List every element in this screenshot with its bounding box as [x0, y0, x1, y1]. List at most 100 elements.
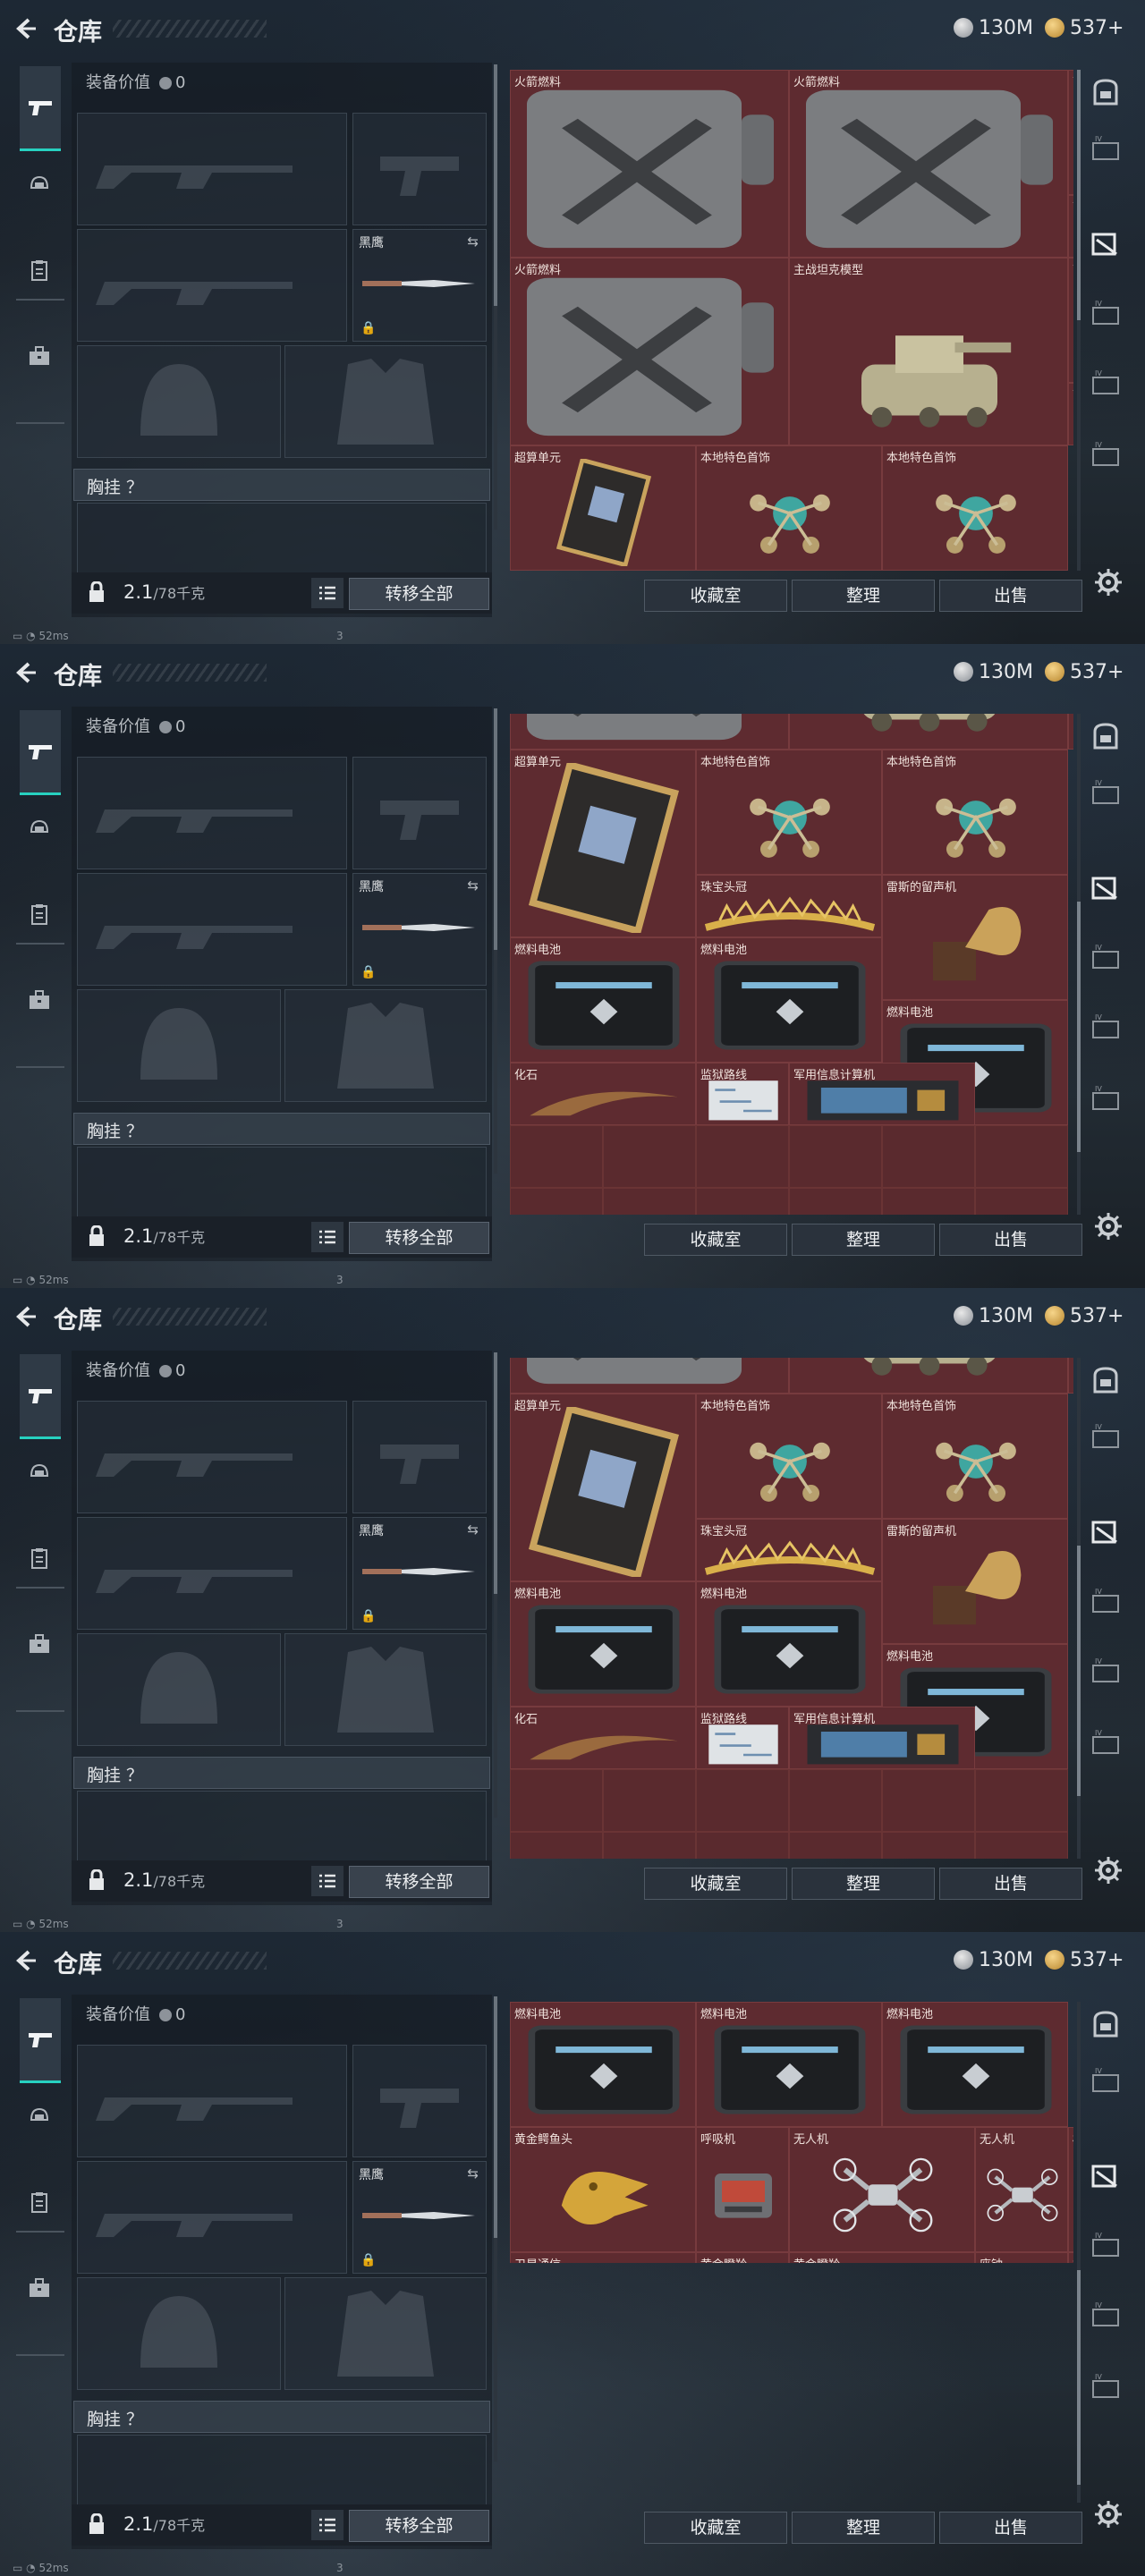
- storage-tab-4-icon[interactable]: IV: [1090, 1657, 1122, 1689]
- stash-cell[interactable]: [510, 1769, 603, 1832]
- stash-cell[interactable]: [696, 1769, 789, 1832]
- nav-weapons[interactable]: [20, 1354, 61, 1439]
- stash-item-laurel[interactable]: 桂冠: [1068, 2252, 1073, 2263]
- primary-weapon-slot[interactable]: [77, 757, 347, 869]
- primary-weapon-slot[interactable]: [77, 113, 347, 225]
- nav-armor[interactable]: [18, 1451, 61, 1494]
- stash-item-crown[interactable]: 珠宝头冠: [696, 1519, 882, 1581]
- padlock-icon[interactable]: [88, 1869, 106, 1891]
- stash-item-golden-deer[interactable]: 黄金瞪羚: [696, 2252, 789, 2263]
- padlock-icon[interactable]: [88, 581, 106, 603]
- safe-icon[interactable]: [1090, 721, 1122, 753]
- chest-rig-slot[interactable]: 胸挂 ？: [73, 2401, 490, 2433]
- armor-slot[interactable]: [284, 345, 487, 458]
- melee-slot[interactable]: 黑鹰 ⇆ 🔒: [352, 2161, 487, 2274]
- storage-tab-5-icon[interactable]: IV: [1090, 2372, 1122, 2404]
- gold-currency[interactable]: 537+: [1045, 1302, 1124, 1329]
- melee-slot[interactable]: 黑鹰 ⇆ 🔒: [352, 1517, 487, 1630]
- stash-item-military-computer[interactable]: 军用信息计算机: [789, 1707, 975, 1769]
- sell-button[interactable]: 出售: [939, 1224, 1082, 1256]
- stash-cell[interactable]: [603, 1832, 696, 1859]
- chest-rig-contents[interactable]: [77, 1147, 487, 1220]
- nav-weapons[interactable]: [20, 66, 61, 151]
- stash-cell[interactable]: [510, 1125, 603, 1188]
- safe-icon[interactable]: [1090, 1365, 1122, 1397]
- organize-button[interactable]: 整理: [792, 2512, 935, 2544]
- collection-room-button[interactable]: 收藏室: [644, 2512, 787, 2544]
- stash-item-drone[interactable]: 无人机: [975, 2127, 1068, 2252]
- stash-cell[interactable]: [789, 1125, 882, 1188]
- stash-item-seat-bell[interactable]: 座钟: [975, 2252, 1068, 2263]
- stash-cell[interactable]: [975, 1125, 1068, 1188]
- stash-item-local-jewelry[interactable]: 本地特色首饰: [696, 750, 882, 875]
- storage-tab-3-icon[interactable]: IV: [1090, 2231, 1122, 2263]
- primary-weapon-slot[interactable]: [77, 2045, 347, 2157]
- list-view-button[interactable]: [311, 1222, 344, 1252]
- transfer-all-button[interactable]: 转移全部: [349, 2510, 489, 2542]
- chest-rig-contents[interactable]: [77, 2435, 487, 2508]
- chest-rig-contents[interactable]: [77, 1791, 487, 1864]
- stash-item-hp-fuel[interactable]: 高性能燃油: [1068, 383, 1073, 445]
- padlock-icon[interactable]: [88, 2513, 106, 2535]
- scrollbar-thumb[interactable]: [1077, 1546, 1081, 1796]
- settings-gear-icon[interactable]: [1093, 1855, 1124, 1885]
- storage-tab-2-icon[interactable]: [1090, 1515, 1122, 1547]
- nav-armor[interactable]: [18, 2095, 61, 2138]
- nav-armor[interactable]: [18, 163, 61, 206]
- storage-tab-3-icon[interactable]: IV: [1090, 299, 1122, 331]
- scrollbar-thumb[interactable]: [1077, 2270, 1081, 2485]
- nav-backpack[interactable]: [18, 979, 61, 1021]
- stash-cell[interactable]: [882, 1188, 975, 1215]
- swap-icon[interactable]: ⇆: [467, 1521, 479, 1538]
- swap-icon[interactable]: ⇆: [467, 877, 479, 894]
- storage-tab-5-icon[interactable]: IV: [1090, 1728, 1122, 1760]
- helmet-slot[interactable]: [77, 989, 281, 1102]
- equipment-scrollbar[interactable]: [494, 1996, 497, 2462]
- stash-cell[interactable]: [510, 1832, 603, 1859]
- stash-item-tank-model[interactable]: 主战坦克模型: [789, 714, 1068, 750]
- stash-cell[interactable]: [603, 1188, 696, 1215]
- storage-tab-2-icon[interactable]: [1090, 2159, 1122, 2191]
- stash-cell[interactable]: [882, 1769, 975, 1832]
- stash-item-fuel-battery[interactable]: 燃料电池: [510, 937, 696, 1063]
- nav-consumables[interactable]: [18, 2181, 61, 2224]
- list-view-button[interactable]: [311, 578, 344, 608]
- stash-item-respirator[interactable]: 呼吸机: [696, 2127, 789, 2252]
- stash-cell[interactable]: [882, 1125, 975, 1188]
- organize-button[interactable]: 整理: [792, 580, 935, 612]
- storage-tab-2-icon[interactable]: [1090, 227, 1122, 259]
- armor-slot[interactable]: [284, 989, 487, 1102]
- stash-item-fuel-battery[interactable]: 燃料电池: [510, 2002, 696, 2127]
- stash-item-rocket-fuel[interactable]: 火箭燃料: [510, 714, 789, 750]
- armor-slot[interactable]: [284, 1633, 487, 1746]
- list-view-button[interactable]: [311, 2510, 344, 2540]
- sell-button[interactable]: 出售: [939, 1868, 1082, 1900]
- stash-cell[interactable]: [696, 1188, 789, 1215]
- scrollbar-thumb[interactable]: [1077, 902, 1081, 1152]
- nav-armor[interactable]: [18, 807, 61, 850]
- transfer-all-button[interactable]: 转移全部: [349, 578, 489, 610]
- back-arrow-icon[interactable]: [13, 1948, 38, 1973]
- stash-item-fuel-battery[interactable]: 燃料电池: [696, 937, 882, 1063]
- stash-item-golden-deer[interactable]: 黄金瞪羚: [789, 2252, 975, 2263]
- storage-tab-1-icon[interactable]: IV: [1090, 778, 1122, 810]
- stash-cell[interactable]: [696, 1125, 789, 1188]
- sell-button[interactable]: 出售: [939, 580, 1082, 612]
- stash-item-hp-fuel[interactable]: 高性能燃油: [1068, 195, 1073, 258]
- melee-slot[interactable]: 黑鹰 ⇆ 🔒: [352, 229, 487, 342]
- stash-cell[interactable]: [789, 1832, 882, 1859]
- storage-tab-2-icon[interactable]: [1090, 871, 1122, 903]
- stash-scrollbar[interactable]: [1077, 1358, 1081, 1859]
- scrollbar-thumb[interactable]: [494, 64, 497, 306]
- equipment-scrollbar[interactable]: [494, 64, 497, 530]
- padlock-icon[interactable]: [88, 1225, 106, 1247]
- settings-gear-icon[interactable]: [1093, 1211, 1124, 1241]
- stash-item-local-jewelry[interactable]: 本地特色首饰: [696, 445, 882, 571]
- stash-cell[interactable]: [603, 1125, 696, 1188]
- stash-cell[interactable]: [789, 1188, 882, 1215]
- stash-item-fuel-battery[interactable]: 燃料电池: [510, 1581, 696, 1707]
- storage-tab-4-icon[interactable]: IV: [1090, 369, 1122, 401]
- stash-item-sat-comm[interactable]: 卫星通信: [510, 2252, 696, 2263]
- nav-backpack[interactable]: [18, 2267, 61, 2309]
- back-arrow-icon[interactable]: [13, 16, 38, 41]
